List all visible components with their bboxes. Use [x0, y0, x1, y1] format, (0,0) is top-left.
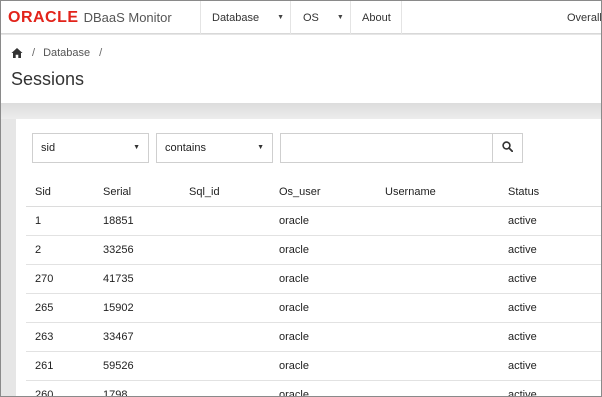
top-navbar: ORACLE DBaaS Monitor Database ▼ OS ▼ Abo…	[1, 1, 602, 34]
app-name: DBaaS Monitor	[83, 10, 172, 25]
breadcrumb-database-link[interactable]: Database	[43, 47, 90, 59]
nav-about-link[interactable]: About	[350, 1, 402, 34]
column-header-status[interactable]: Status	[508, 177, 539, 206]
cell-status: active	[508, 215, 537, 227]
cell-sid: 260	[35, 389, 54, 397]
sessions-table: Sid Serial Sql_id Os_user Username Statu…	[26, 177, 601, 397]
cell-sid: 2	[35, 244, 42, 256]
table-row[interactable]: 270 41735 oracle active I	[26, 265, 601, 294]
column-header-sid[interactable]: Sid	[35, 177, 51, 206]
cell-status: active	[508, 273, 537, 285]
search-button[interactable]	[492, 133, 523, 163]
table-row[interactable]: 261 59526 oracle active S	[26, 352, 601, 381]
cell-os-user: oracle	[279, 302, 309, 314]
nav-database-label: Database	[212, 11, 260, 24]
nav-os-dropdown[interactable]: OS ▼	[290, 1, 350, 34]
table-row[interactable]: 1 18851 oracle active I	[26, 207, 601, 236]
nav-overall-label: Overall	[567, 11, 602, 24]
page-title: Sessions	[11, 69, 85, 89]
column-header-username[interactable]: Username	[385, 177, 436, 206]
cell-serial: 18851	[103, 215, 134, 227]
search-input[interactable]	[280, 133, 493, 163]
cell-sid: 270	[35, 273, 54, 285]
oracle-logo: ORACLE	[8, 9, 79, 26]
cell-serial: 1798	[103, 389, 128, 397]
nav-about-label: About	[362, 11, 391, 24]
page-header: / Database / Sessions	[1, 35, 601, 103]
cell-status: active	[508, 302, 537, 314]
caret-down-icon: ▼	[277, 14, 285, 21]
cell-sid: 1	[35, 215, 42, 227]
cell-status: active	[508, 244, 537, 256]
column-header-sql-id[interactable]: Sql_id	[189, 177, 220, 206]
header-divider	[1, 103, 601, 119]
cell-status: active	[508, 331, 537, 343]
caret-down-icon: ▼	[133, 144, 140, 151]
column-header-serial[interactable]: Serial	[103, 177, 131, 206]
filter-operator-value: contains	[165, 142, 206, 154]
filter-operator-select[interactable]: contains ▼	[156, 133, 273, 163]
breadcrumb: / Database /	[11, 47, 110, 59]
filter-field-value: sid	[41, 142, 56, 154]
table-row[interactable]: 263 33467 oracle active S	[26, 323, 601, 352]
cell-status: active	[508, 389, 537, 397]
cell-serial: 33256	[103, 244, 134, 256]
cell-serial: 15902	[103, 302, 134, 314]
cell-sid: 261	[35, 360, 54, 372]
cell-os-user: oracle	[279, 215, 309, 227]
filter-field-select[interactable]: sid ▼	[32, 133, 149, 163]
column-header-os-user[interactable]: Os_user	[279, 177, 321, 206]
cell-sid: 265	[35, 302, 54, 314]
nav-os-label: OS	[303, 11, 319, 24]
table-row[interactable]: 2 33256 oracle active I	[26, 236, 601, 265]
cell-serial: 41735	[103, 273, 134, 285]
sessions-panel: sid ▼ contains ▼ Sid Serial Sql_id Os_us…	[16, 119, 601, 397]
caret-down-icon: ▼	[257, 144, 264, 151]
caret-down-icon: ▼	[336, 14, 344, 21]
table-row[interactable]: 265 15902 oracle active S	[26, 294, 601, 323]
breadcrumb-separator: /	[32, 47, 36, 59]
brand[interactable]: ORACLE DBaaS Monitor	[8, 9, 172, 27]
cell-os-user: oracle	[279, 360, 309, 372]
cell-os-user: oracle	[279, 331, 309, 343]
table-row[interactable]: 260 1798 oracle active S	[26, 381, 601, 397]
search-icon	[502, 141, 514, 155]
breadcrumb-separator: /	[99, 47, 103, 59]
cell-os-user: oracle	[279, 244, 309, 256]
nav-database-dropdown[interactable]: Database ▼	[200, 1, 290, 34]
home-icon[interactable]	[11, 47, 23, 59]
nav-overall-link[interactable]: Overall	[567, 1, 602, 34]
cell-sid: 263	[35, 331, 54, 343]
cell-serial: 59526	[103, 360, 134, 372]
cell-status: active	[508, 360, 537, 372]
cell-os-user: oracle	[279, 389, 309, 397]
table-header-row: Sid Serial Sql_id Os_user Username Statu…	[26, 177, 601, 207]
app-window: ORACLE DBaaS Monitor Database ▼ OS ▼ Abo…	[0, 0, 602, 397]
cell-serial: 33467	[103, 331, 134, 343]
cell-os-user: oracle	[279, 273, 309, 285]
